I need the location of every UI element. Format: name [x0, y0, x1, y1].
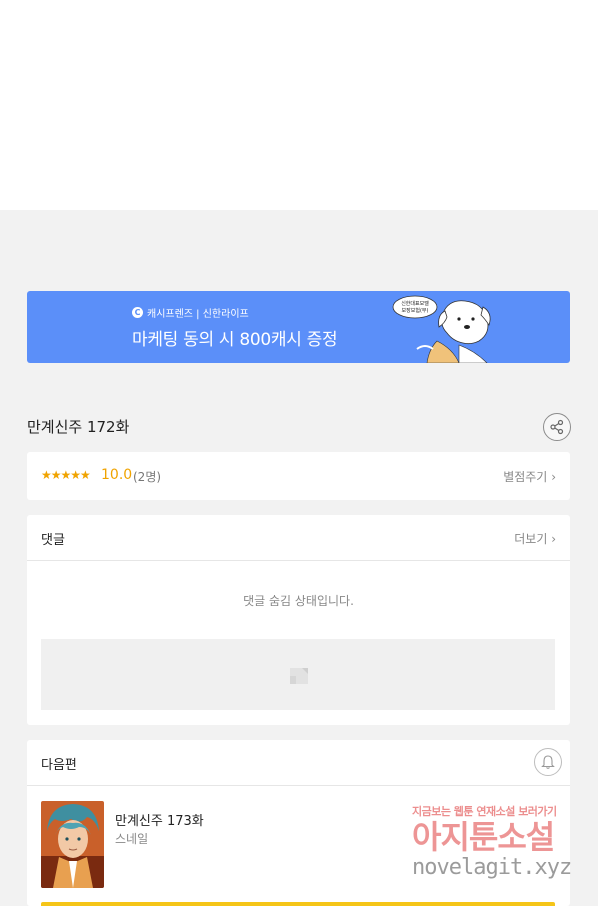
next-episode-title[interactable]: 만계신주 173화 [115, 810, 204, 829]
comments-hidden-message: 댓글 숨김 상태입니다. [243, 594, 354, 608]
next-episode-thumbnail[interactable] [41, 801, 104, 888]
next-episode-divider [27, 785, 570, 786]
chevron-right-icon: › [551, 470, 556, 484]
watermark: 지금보는 웹툰 연재소설 보러가기 아지툰소설 novelagit.xyz [412, 803, 592, 893]
rate-button-label: 별점주기 [503, 470, 548, 484]
comments-more-label: 더보기 [514, 532, 548, 546]
dog-illustration-icon: 신한대표모델 보장보험(무) [392, 295, 491, 363]
banner-brand: C 캐시프렌즈 | 신한라이프 [132, 305, 249, 320]
comments-heading: 댓글 [41, 533, 65, 548]
rating-stars-icon: ★★★★★ [41, 468, 91, 482]
share-icon [550, 419, 564, 435]
cashfriends-logo-icon: C [132, 307, 143, 318]
ad-banner[interactable]: C 캐시프렌즈 | 신한라이프 마케팅 동의 시 800캐시 증정 신한대표모델… [27, 291, 570, 363]
rating-value: 10.0 [101, 467, 133, 483]
watermark-line3: novelagit.xyz [412, 855, 572, 880]
comments-divider [27, 560, 570, 561]
episode-thumbnail-image [41, 801, 104, 888]
bubble-line2: 보장보험(무) [402, 307, 429, 314]
share-button[interactable] [543, 413, 571, 441]
comments-placeholder [41, 639, 555, 710]
top-blank-area [0, 0, 598, 210]
bubble-line1: 신한대표모델 [401, 300, 429, 307]
next-episode-author: 스네일 [115, 832, 149, 846]
notify-button[interactable] [534, 748, 562, 776]
comments-card: 댓글 더보기 › 댓글 숨김 상태입니다. [27, 515, 570, 725]
comments-more-button[interactable]: 더보기 › [514, 530, 556, 547]
next-episode-heading: 다음편 [41, 758, 77, 773]
image-placeholder-icon [290, 668, 308, 684]
bell-icon [541, 755, 555, 769]
episode-title: 만계신주 172화 [27, 418, 130, 436]
next-episode-action-bar[interactable] [41, 902, 555, 906]
banner-promo-text: 마케팅 동의 시 800캐시 증정 [132, 330, 338, 350]
watermark-line2: 아지툰소설 [412, 818, 555, 856]
banner-brand-text: 캐시프렌즈 | 신한라이프 [147, 309, 249, 320]
rating-card: ★★★★★ 10.0 (2명) 별점주기 › [27, 452, 570, 500]
watermark-line1: 지금보는 웹툰 연재소설 보러가기 [412, 805, 557, 818]
chevron-right-icon: › [551, 532, 556, 546]
rate-button[interactable]: 별점주기 › [503, 468, 556, 485]
rating-count: (2명) [133, 470, 162, 484]
